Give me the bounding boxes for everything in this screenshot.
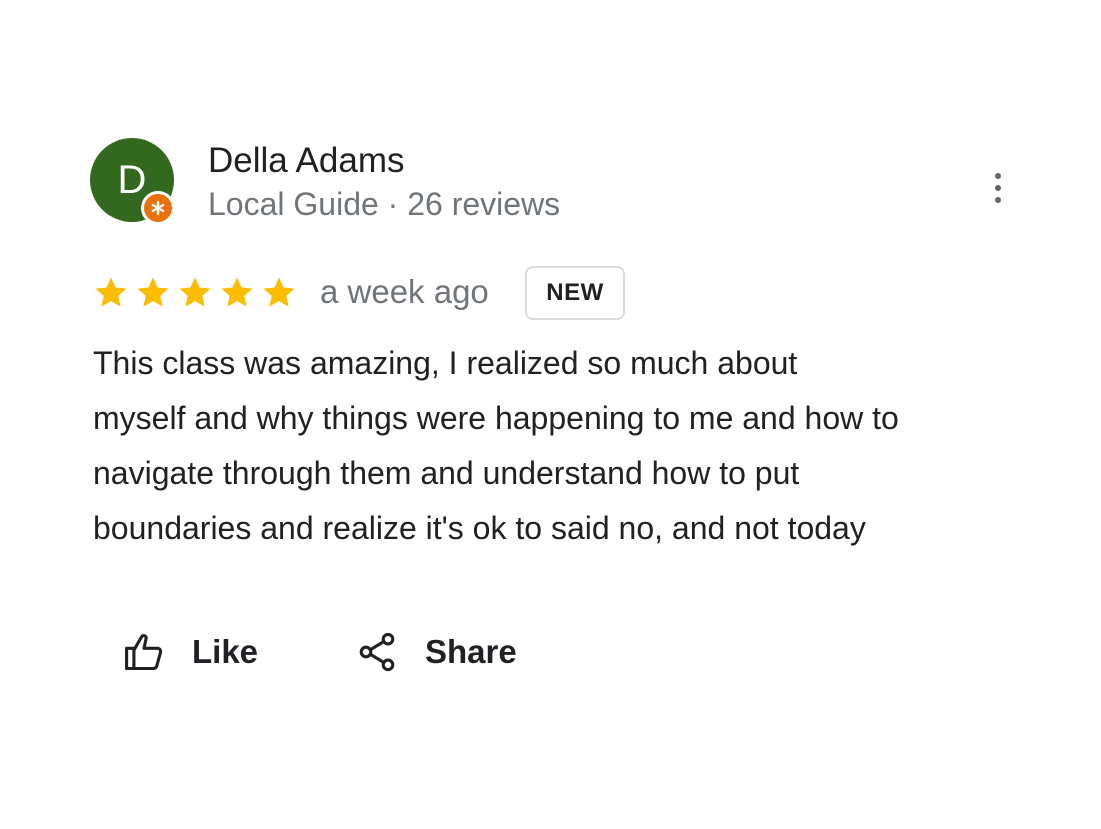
avatar-initial: D [117,158,147,202]
star-icon [179,277,211,307]
star-icon [137,277,169,307]
share-button[interactable]: Share [355,627,517,677]
thumb-up-icon [125,633,163,671]
reviewer-name[interactable]: Della Adams [208,141,404,181]
like-button[interactable]: Like [122,627,258,677]
new-badge: NEW [525,266,625,320]
review-card: D Della Adams Local Guide · 26 reviews a… [0,0,1101,829]
share-label: Share [425,633,517,670]
more-vert-icon[interactable] [978,168,1018,208]
review-text: This class was amazing, I realized so mu… [93,345,899,546]
star-icon [95,277,127,307]
star-icon [263,277,295,307]
star-rating [92,274,298,312]
local-guide-icon [141,191,175,225]
share-icon [359,632,395,672]
star-icon [221,277,253,307]
like-label: Like [192,633,259,670]
reviewer-meta[interactable]: Local Guide · 26 reviews [208,186,560,223]
review-time: a week ago [320,273,489,310]
